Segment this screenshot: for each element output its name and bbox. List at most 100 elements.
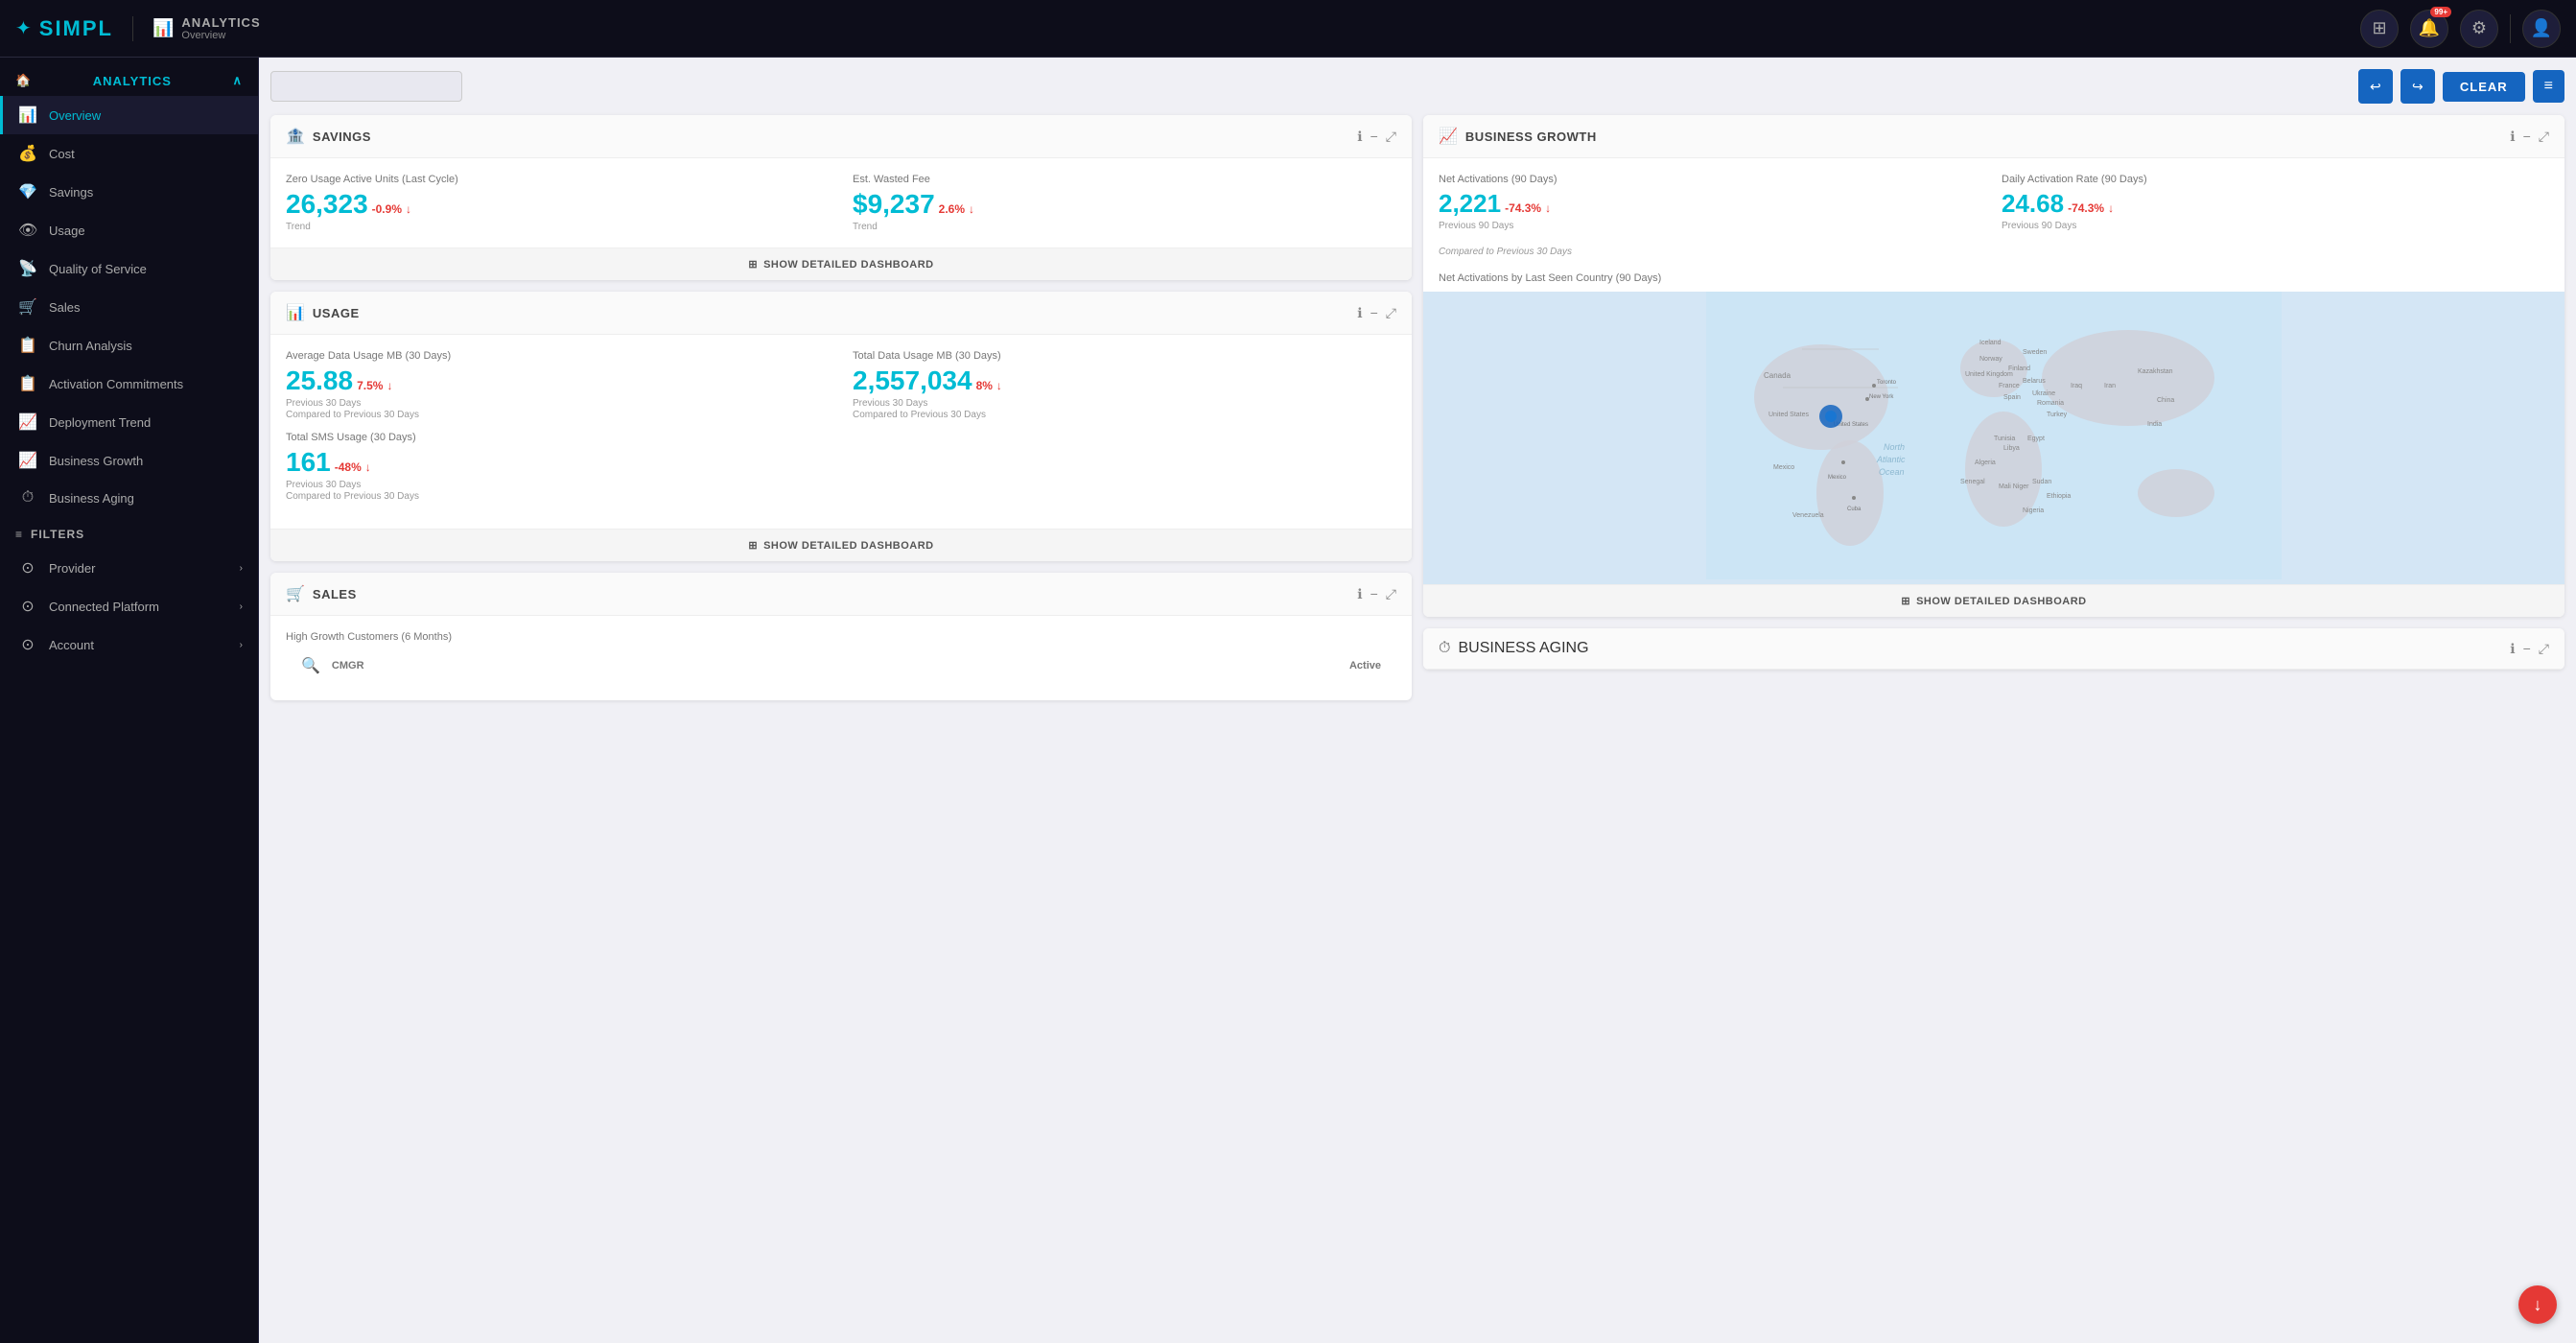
sidebar-item-overview[interactable]: 📊 Overview [0,96,258,134]
business-growth-expand-icon[interactable]: ⤢ [2539,129,2549,145]
usage-nav-icon: 👁 [18,221,37,240]
apps-button[interactable]: ⊞ [2360,10,2399,48]
sidebar-item-churn-analysis[interactable]: 📋 Churn Analysis [0,326,258,365]
sidebar-item-connected-platform[interactable]: ⊙ Connected Platform › [0,587,258,625]
clear-button[interactable]: CLEAR [2443,72,2525,102]
avg-data-number: 25.88 [286,365,353,396]
scroll-down-button[interactable]: ↓ [2518,1285,2557,1324]
sales-expand-icon[interactable]: ⤢ [1386,586,1396,602]
sidebar-item-provider[interactable]: ⊙ Provider › [0,549,258,587]
svg-text:Canada: Canada [1764,371,1791,380]
savings-expand-icon[interactable]: ⤢ [1386,129,1396,145]
sidebar-collapse-icon[interactable]: ∧ [232,73,243,88]
usage-info-icon[interactable]: ℹ [1357,305,1362,321]
total-sms-sub: Previous 30 Days [286,480,1396,490]
sidebar-item-business-aging[interactable]: ⏱ Business Aging [0,480,258,516]
business-aging-info-icon[interactable]: ℹ [2510,641,2515,657]
sidebar-item-deployment-trend[interactable]: 📈 Deployment Trend [0,403,258,441]
svg-text:China: China [2157,397,2174,404]
usage-card-icon: 📊 [286,303,305,322]
savings-card: 🏦 SAVINGS ℹ − ⤢ Zero Usage Active Units … [270,115,1412,280]
svg-text:Norway: Norway [1979,356,2002,363]
sidebar-item-quality-of-service[interactable]: 📡 Quality of Service [0,249,258,288]
sidebar-item-label-overview: Overview [49,108,101,123]
dashboard-grid: 🏦 SAVINGS ℹ − ⤢ Zero Usage Active Units … [270,115,2564,700]
business-aging-nav-icon: ⏱ [18,489,37,507]
savings-card-actions: ℹ − ⤢ [1357,129,1396,145]
daily-activation-number: 24.68 [2002,189,2064,219]
bg-dashboard-label: SHOW DETAILED DASHBOARD [1916,596,2087,607]
business-aging-expand-icon[interactable]: ⤢ [2539,641,2549,657]
savings-card-title: SAVINGS [313,130,371,144]
sidebar-item-sales[interactable]: 🛒 Sales [0,288,258,326]
profile-button[interactable]: 👤 [2522,10,2561,48]
date-range-input[interactable] [270,71,462,102]
sales-info-icon[interactable]: ℹ [1357,586,1362,602]
svg-text:Senegal: Senegal [1960,479,1985,485]
savings-card-icon: 🏦 [286,127,305,146]
account-icon: ⊙ [18,635,37,654]
provider-icon: ⊙ [18,558,37,577]
total-data-trend: 8% [976,379,993,392]
sidebar-item-savings[interactable]: 💎 Savings [0,173,258,211]
sales-card-actions: ℹ − ⤢ [1357,586,1396,602]
redo-button[interactable]: ↪ [2400,69,2435,104]
sidebar-item-label-qos: Quality of Service [49,262,147,276]
savings-info-icon[interactable]: ℹ [1357,129,1362,145]
sales-minus-icon[interactable]: − [1370,586,1378,601]
business-aging-card-icon: ⏱ [1439,640,1450,657]
notifications-button[interactable]: 🔔 99+ [2410,10,2448,48]
savings-show-dashboard-button[interactable]: ⊞ SHOW DETAILED DASHBOARD [270,247,1412,280]
undo-button[interactable]: ↩ [2358,69,2393,104]
business-aging-minus-icon[interactable]: − [2523,641,2531,656]
sidebar-analytics-header: 🏠 ANALYTICS ∧ [0,58,258,96]
avg-data-compared: Compared to Previous 30 Days [286,410,830,420]
usage-dashboard-label: SHOW DETAILED DASHBOARD [763,540,934,552]
svg-text:Ukraine: Ukraine [2032,390,2055,397]
world-map: Canada United States Mexico Venezuela Ic… [1423,292,2564,584]
connected-platform-icon: ⊙ [18,597,37,616]
usage-card-title: USAGE [313,306,360,320]
sidebar-item-label-cost: Cost [49,147,75,161]
nav-analytics-section: 📊 ANALYTICS Overview [152,15,261,41]
usage-show-dashboard-button[interactable]: ⊞ SHOW DETAILED DASHBOARD [270,529,1412,561]
est-wasted-arrow: ↓ [969,202,974,216]
total-data-compared: Compared to Previous 30 Days [853,410,1396,420]
business-growth-nav-icon: 📈 [18,451,37,470]
business-growth-header: 📈 BUSINESS GROWTH ℹ − ⤢ [1423,115,2564,158]
sales-col-cmgr: CMGR [332,660,364,672]
svg-text:Ocean: Ocean [1879,467,1905,477]
business-growth-info-icon[interactable]: ℹ [2510,129,2515,145]
sales-card: 🛒 SALES ℹ − ⤢ High Growth Customers (6 M… [270,573,1412,700]
settings-button[interactable]: ⚙ [2460,10,2498,48]
est-wasted-trend-sub: Trend [853,222,1396,232]
filters-icon: ≡ [15,528,23,541]
usage-minus-icon[interactable]: − [1370,305,1378,320]
svg-text:Iraq: Iraq [2071,383,2082,389]
sidebar-item-business-growth[interactable]: 📈 Business Growth [0,441,258,480]
business-growth-compared: Compared to Previous 30 Days [1423,247,2564,265]
sidebar-item-activation-commitments[interactable]: 📋 Activation Commitments [0,365,258,403]
usage-card-header: 📊 USAGE ℹ − ⤢ [270,292,1412,335]
sidebar-item-usage[interactable]: 👁 Usage [0,211,258,249]
svg-text:Sudan: Sudan [2032,479,2051,485]
sidebar-item-cost[interactable]: 💰 Cost [0,134,258,173]
business-growth-show-dashboard-button[interactable]: ⊞ SHOW DETAILED DASHBOARD [1423,584,2564,617]
business-growth-minus-icon[interactable]: − [2523,129,2531,144]
sidebar-item-label-sales: Sales [49,300,81,315]
nav-title: ANALYTICS [181,15,260,30]
main-content: ↩ ↪ CLEAR ≡ 🏦 SAVINGS ℹ − ⤢ [259,58,2576,1343]
svg-text:Algeria: Algeria [1975,459,1996,466]
sidebar-item-label-account: Account [49,638,94,652]
usage-expand-icon[interactable]: ⤢ [1386,305,1396,321]
daily-activation-value: 24.68 -74.3% ↓ [2002,189,2549,219]
sidebar-item-account[interactable]: ⊙ Account › [0,625,258,664]
menu-button[interactable]: ≡ [2533,70,2564,103]
top-navigation: ✦ SIMPL 📊 ANALYTICS Overview ⊞ 🔔 99+ ⚙ 👤 [0,0,2576,58]
savings-minus-icon[interactable]: − [1370,129,1378,144]
svg-text:North: North [1884,442,1905,452]
total-data-sub: Previous 30 Days [853,398,1396,409]
right-column: 📈 BUSINESS GROWTH ℹ − ⤢ Net Activations … [1423,115,2564,700]
sales-search-icon[interactable]: 🔍 [301,656,320,675]
usage-card-actions: ℹ − ⤢ [1357,305,1396,321]
